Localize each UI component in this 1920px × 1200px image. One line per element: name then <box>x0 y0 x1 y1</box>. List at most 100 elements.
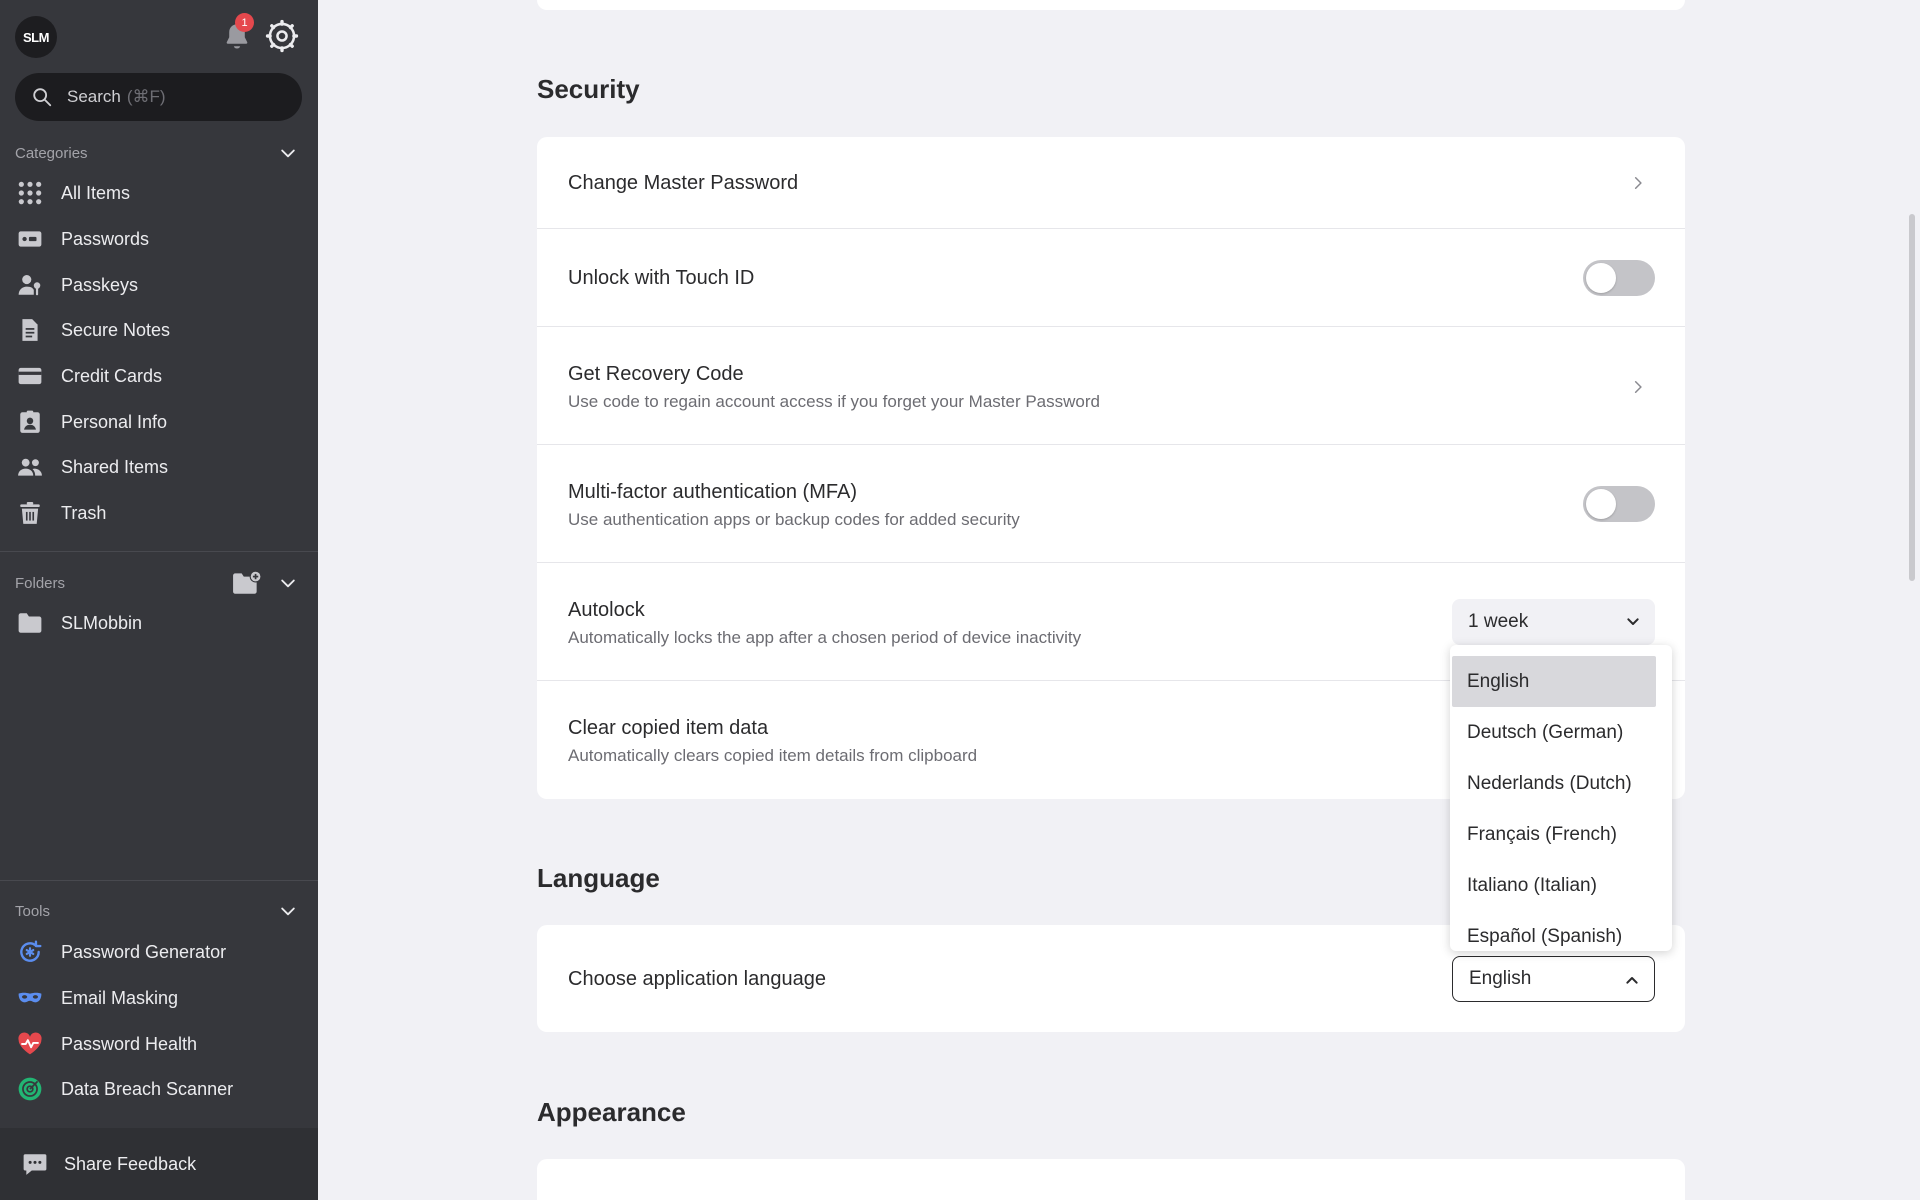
change-master-password-row[interactable]: Change Master Password <box>537 137 1685 229</box>
tool-password-generator[interactable]: Password Generator <box>15 932 305 972</box>
mask-icon <box>18 992 42 1003</box>
language-option-german[interactable]: Deutsch (German) <box>1452 707 1656 758</box>
folders-label: Folders <box>15 574 66 592</box>
row-title: Get Recovery Code <box>568 363 744 385</box>
chevron-down-icon[interactable] <box>278 143 298 163</box>
sidebar-item-label: Secure Notes <box>61 319 171 340</box>
language-option-italian[interactable]: Italiano (Italian) <box>1452 860 1656 911</box>
categories-header[interactable]: Categories <box>15 141 302 165</box>
sidebar-folder-label: SLMobbin <box>61 612 143 633</box>
sidebar-item-passkeys[interactable]: Passkeys <box>15 265 305 305</box>
sidebar-item-credit-cards[interactable]: Credit Cards <box>15 356 305 396</box>
sidebar-item-label: Passwords <box>61 228 150 249</box>
row-subtitle: Use authentication apps or backup codes … <box>568 510 1020 529</box>
sidebar-divider <box>0 551 318 552</box>
passkey-icon <box>18 275 41 296</box>
tool-password-health[interactable]: Password Health <box>15 1024 305 1064</box>
search-input[interactable]: Search (⌘F) <box>15 73 302 121</box>
row-title: Unlock with Touch ID <box>568 267 755 289</box>
tool-data-breach-scanner[interactable]: Data Breach Scanner <box>15 1069 305 1109</box>
previous-section-card <box>537 0 1685 10</box>
search-placeholder: Search <box>67 87 121 106</box>
radar-icon <box>18 1077 42 1101</box>
row-title: Multi-factor authentication (MFA) <box>568 481 857 503</box>
tool-label: Email Masking <box>61 987 179 1008</box>
tool-label: Password Health <box>61 1033 198 1054</box>
search-shortcut: (⌘F) <box>126 87 166 106</box>
row-subtitle: Automatically clears copied item details… <box>568 746 978 765</box>
language-dropdown: English Deutsch (German) Nederlands (Dut… <box>1450 645 1672 951</box>
row-subtitle: Automatically locks the app after a chos… <box>568 628 1082 647</box>
sidebar-item-all-items[interactable]: All Items <box>15 173 305 213</box>
sidebar-item-personal-info[interactable]: Personal Info <box>15 402 305 442</box>
autolock-value: 1 week <box>1468 611 1529 632</box>
appearance-heading: Appearance <box>537 1097 686 1127</box>
settings-main: Security Change Master Password Unlock w… <box>318 0 1920 1200</box>
mfa-row: Multi-factor authentication (MFA) Use au… <box>537 445 1685 563</box>
toggle-knob <box>1586 263 1616 293</box>
language-option-french[interactable]: Français (French) <box>1452 809 1656 860</box>
sidebar-divider <box>0 880 318 881</box>
autolock-select[interactable]: 1 week <box>1452 599 1655 645</box>
row-subtitle: Use code to regain account access if you… <box>568 392 1100 411</box>
recovery-code-row[interactable]: Get Recovery Code Use code to regain acc… <box>537 327 1685 445</box>
sidebar-item-label: Passkeys <box>61 274 139 295</box>
language-option-english[interactable]: English <box>1452 656 1656 707</box>
sidebar: SLM 1 Search (⌘F) Categories All Items P… <box>0 0 318 1200</box>
sidebar-header: SLM 1 <box>15 13 305 58</box>
sidebar-item-label: Personal Info <box>61 411 168 432</box>
language-option-dutch[interactable]: Nederlands (Dutch) <box>1452 758 1656 809</box>
trash-icon <box>20 501 40 524</box>
tool-email-masking[interactable]: Email Masking <box>15 978 305 1018</box>
row-title: Choose application language <box>568 968 826 990</box>
row-title: Change Master Password <box>568 172 799 194</box>
credit-card-icon <box>18 367 42 385</box>
share-feedback-label: Share Feedback <box>64 1153 197 1174</box>
note-icon <box>22 319 38 341</box>
mfa-toggle[interactable] <box>1583 486 1655 522</box>
language-select[interactable]: English <box>1452 956 1655 1002</box>
sidebar-item-label: Credit Cards <box>61 365 163 386</box>
id-badge-icon <box>20 410 40 433</box>
tools-header[interactable]: Tools <box>15 899 302 923</box>
generator-icon <box>20 940 42 962</box>
scrollbar[interactable] <box>1909 214 1915 581</box>
app-logo: SLM <box>15 16 57 58</box>
chevron-down-icon[interactable] <box>278 901 298 921</box>
sidebar-item-trash[interactable]: Trash <box>15 493 305 533</box>
sidebar-item-label: Shared Items <box>61 456 169 477</box>
share-feedback-button[interactable]: Share Feedback <box>0 1128 318 1200</box>
language-value: English <box>1469 968 1532 989</box>
chevron-up-icon <box>1626 977 1638 984</box>
toggle-knob <box>1586 489 1616 519</box>
row-title: Clear copied item data <box>568 717 769 739</box>
security-heading: Security <box>537 74 640 104</box>
folder-icon <box>18 613 42 633</box>
sidebar-item-shared-items[interactable]: Shared Items <box>15 447 305 487</box>
chevron-right-icon <box>1634 380 1642 394</box>
appearance-card <box>537 1159 1685 1200</box>
sidebar-item-label: Trash <box>61 502 107 523</box>
tool-label: Password Generator <box>61 941 227 962</box>
language-option-spanish[interactable]: Español (Spanish) <box>1452 911 1656 951</box>
chevron-down-icon[interactable] <box>278 573 298 593</box>
search-icon <box>33 88 52 107</box>
heart-pulse-icon <box>18 1032 42 1055</box>
chevron-down-icon <box>1627 618 1639 625</box>
row-title: Autolock <box>568 599 645 621</box>
gear-icon[interactable] <box>265 19 299 53</box>
touch-id-toggle[interactable] <box>1583 260 1655 296</box>
touch-id-row: Unlock with Touch ID <box>537 229 1685 327</box>
categories-label: Categories <box>15 144 88 162</box>
tools-label: Tools <box>15 902 51 920</box>
sidebar-item-passwords[interactable]: Passwords <box>15 219 305 259</box>
sidebar-item-label: All Items <box>61 182 131 203</box>
add-folder-icon[interactable] <box>232 570 262 596</box>
password-icon <box>18 231 42 247</box>
tool-label: Data Breach Scanner <box>61 1078 234 1099</box>
sidebar-folder-slmobbin[interactable]: SLMobbin <box>15 603 305 643</box>
chevron-right-icon <box>1634 176 1642 190</box>
sidebar-item-secure-notes[interactable]: Secure Notes <box>15 310 305 350</box>
users-icon <box>18 458 42 476</box>
notification-badge: 1 <box>235 13 254 32</box>
